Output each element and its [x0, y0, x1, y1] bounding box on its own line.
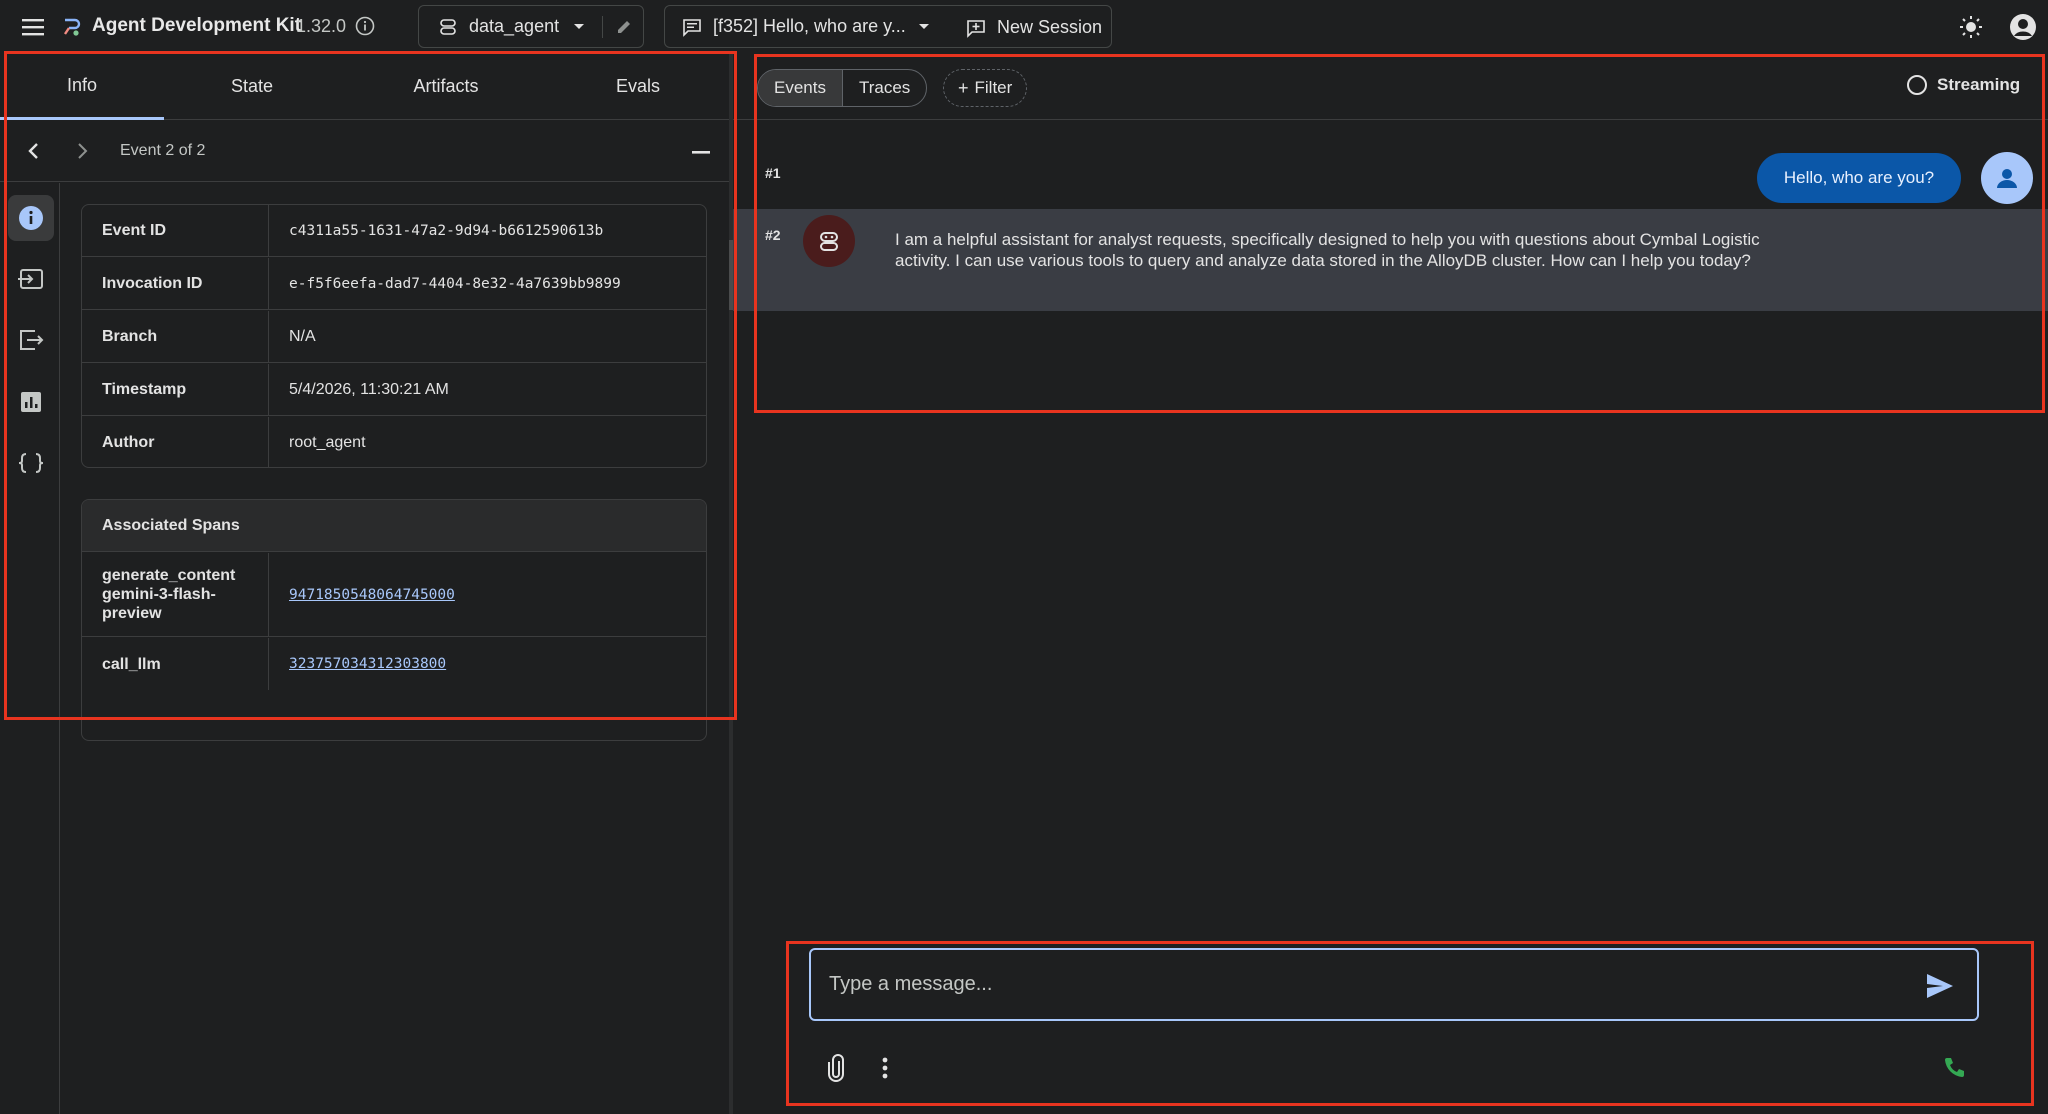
- agent-selector[interactable]: data_agent: [418, 5, 644, 48]
- table-row: Event ID c4311a55-1631-47a2-9d94-b661259…: [82, 205, 706, 257]
- span-name: call_llm: [82, 638, 269, 690]
- table-row: Branch N/A: [82, 311, 706, 363]
- message-input-box[interactable]: [809, 948, 1979, 1021]
- filter-button[interactable]: + Filter: [943, 69, 1028, 107]
- span-name-line: gemini-3-flash-: [102, 586, 216, 603]
- event-number[interactable]: #2: [765, 227, 781, 243]
- account-icon[interactable]: [2008, 12, 2038, 42]
- session-selector[interactable]: [f352] Hello, who are y... New Session: [664, 5, 1112, 48]
- table-row: generate_content gemini-3-flash- preview…: [82, 553, 706, 637]
- chevron-down-icon: [571, 19, 587, 35]
- send-icon[interactable]: [1924, 970, 1956, 1002]
- field-label: Timestamp: [82, 364, 269, 416]
- metrics-rail-button[interactable]: [8, 379, 54, 425]
- session-name: [f352] Hello, who are y...: [713, 16, 906, 36]
- agent-name: data_agent: [469, 16, 560, 36]
- view-toggle: Events Traces: [757, 69, 928, 107]
- span-id-link[interactable]: 9471850548064745000: [289, 587, 455, 603]
- table-row: Author root_agent: [82, 417, 706, 467]
- code-braces-icon: [18, 452, 44, 474]
- bot-message-text: I am a helpful assistant for analyst req…: [895, 230, 1760, 270]
- app-version: 1.32.0: [296, 16, 347, 36]
- table-row: call_llm 323757034312303800: [82, 638, 706, 690]
- traces-toggle-button[interactable]: Traces: [841, 70, 926, 106]
- table-row: Timestamp 5/4/2026, 11:30:21 AM: [82, 364, 706, 416]
- span-name-line: preview: [102, 605, 162, 622]
- response-rail-button[interactable]: [8, 317, 54, 363]
- event-info-table: Event ID c4311a55-1631-47a2-9d94-b661259…: [81, 204, 707, 468]
- request-rail-button[interactable]: [8, 256, 54, 302]
- sun-icon[interactable]: [1958, 14, 1984, 40]
- bot-message-row[interactable]: #2 I am a helpful assistant for analyst …: [733, 209, 2048, 311]
- edit-icon[interactable]: [613, 16, 635, 38]
- new-session-label: New Session: [997, 17, 1103, 37]
- user-message-bubble[interactable]: Hello, who are you?: [1757, 153, 1961, 203]
- event-counter: Event 2 of 2: [120, 142, 206, 159]
- agent-icon: [437, 16, 459, 38]
- info-icon: [18, 205, 44, 231]
- event-info-rail-button[interactable]: [8, 195, 54, 241]
- field-value: N/A: [289, 328, 316, 345]
- field-value: e-f5f6eefa-dad7-4404-8e32-4a7639bb9899: [289, 276, 621, 292]
- span-name: generate_content gemini-3-flash- preview: [82, 553, 269, 636]
- span-id-cell: 323757034312303800: [289, 638, 446, 690]
- more-vert-icon[interactable]: [879, 1053, 891, 1083]
- adk-logo-icon: [60, 15, 84, 39]
- spans-header: Associated Spans: [82, 500, 706, 552]
- add-box-icon: [965, 17, 987, 39]
- output-icon: [18, 329, 44, 351]
- streaming-label: Streaming: [1937, 75, 2021, 94]
- detail-tabs: Info State Artifacts Evals: [0, 53, 730, 120]
- message-composer: [733, 933, 2048, 1114]
- robot-icon: [816, 228, 842, 254]
- paperclip-icon[interactable]: [823, 1053, 849, 1083]
- json-rail-button[interactable]: [8, 440, 54, 486]
- field-label: Branch: [82, 311, 269, 363]
- events-toggle-button[interactable]: Events: [758, 70, 842, 106]
- info-icon[interactable]: [354, 15, 376, 37]
- phone-icon[interactable]: [1939, 1053, 1969, 1083]
- associated-spans-table: Associated Spans generate_content gemini…: [81, 499, 707, 741]
- minimize-icon[interactable]: [690, 142, 712, 164]
- field-value: root_agent: [289, 434, 366, 451]
- chat-bubble-icon: [681, 16, 703, 38]
- span-id-cell: 9471850548064745000: [289, 553, 455, 636]
- tab-info[interactable]: Info: [0, 53, 164, 120]
- field-label: Author: [82, 417, 269, 467]
- tab-artifacts[interactable]: Artifacts: [372, 53, 520, 120]
- chevron-down-icon: [916, 19, 932, 35]
- event-navigator: Event 2 of 2: [0, 120, 730, 182]
- top-bar: Agent Development Kit 1.32.0 data_agent …: [0, 0, 2048, 53]
- span-name-line: generate_content: [102, 567, 236, 584]
- divider: [602, 16, 603, 38]
- span-id-link[interactable]: 323757034312303800: [289, 656, 446, 672]
- streaming-toggle[interactable]: Streaming: [1907, 75, 2020, 95]
- bar-chart-icon: [20, 391, 42, 413]
- field-label: Event ID: [82, 205, 269, 257]
- bot-avatar: [803, 215, 855, 267]
- chat-transcript: #1 Hello, who are you? #2 I am a helpful…: [733, 120, 2048, 420]
- radio-icon: [1907, 75, 1927, 95]
- field-value: c4311a55-1631-47a2-9d94-b6612590613b: [289, 223, 604, 239]
- field-value: 5/4/2026, 11:30:21 AM: [289, 381, 449, 398]
- field-label: Invocation ID: [82, 258, 269, 310]
- chevron-right-icon[interactable]: [72, 140, 94, 162]
- tab-state[interactable]: State: [186, 53, 318, 120]
- event-number[interactable]: #1: [765, 165, 781, 181]
- event-details-panel: Info State Artifacts Evals Event 2 of 2: [0, 53, 730, 1114]
- user-avatar: [1981, 152, 2033, 204]
- detail-side-rail: [0, 183, 60, 1114]
- chat-panel: Events Traces + Filter Streaming #1 Hell…: [733, 53, 2048, 1114]
- new-session-button[interactable]: New Session: [965, 6, 1102, 49]
- input-icon: [18, 268, 44, 290]
- menu-icon[interactable]: [20, 14, 46, 40]
- chat-toolbar: Events Traces + Filter Streaming: [733, 53, 2048, 120]
- tab-evals[interactable]: Evals: [572, 53, 704, 120]
- plus-icon: +: [958, 77, 969, 98]
- filter-label: Filter: [974, 78, 1013, 97]
- chevron-left-icon[interactable]: [22, 140, 44, 162]
- app-title: Agent Development Kit: [92, 15, 302, 36]
- message-input[interactable]: [829, 950, 1889, 1019]
- table-row: Invocation ID e-f5f6eefa-dad7-4404-8e32-…: [82, 258, 706, 310]
